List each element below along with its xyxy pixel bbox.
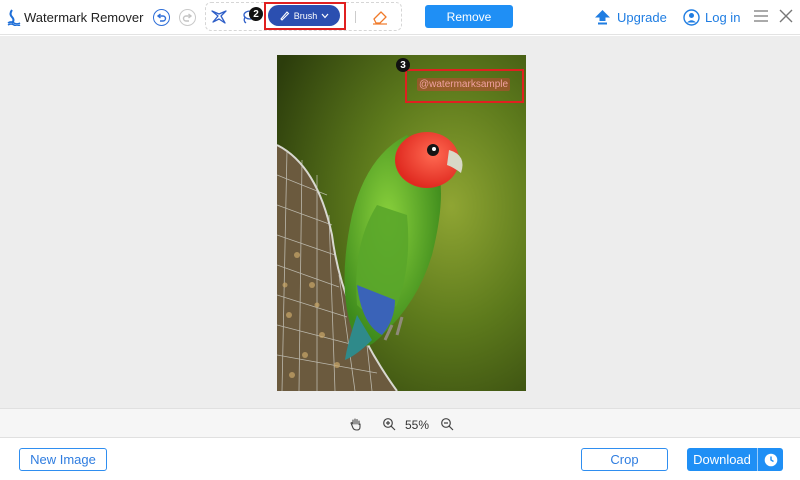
download-label: Download: [693, 452, 751, 467]
step-badge-3: 3: [396, 58, 410, 72]
zoom-in-icon[interactable]: [382, 417, 396, 431]
remove-button[interactable]: Remove: [425, 5, 513, 28]
user-icon: [683, 8, 700, 26]
login-label: Log in: [705, 9, 741, 25]
bottom-bar: New Image Crop Download: [0, 438, 800, 480]
login-link[interactable]: Log in: [683, 7, 740, 27]
redo-icon: [182, 13, 193, 22]
zoom-out-icon[interactable]: [440, 417, 454, 431]
menu-icon[interactable]: [753, 9, 769, 23]
zoom-level: 55%: [405, 418, 430, 432]
undo-button[interactable]: [153, 9, 170, 26]
upgrade-link[interactable]: Upgrade: [594, 7, 667, 27]
app-title: Watermark Remover: [24, 10, 144, 25]
zoom-bar: 55%: [0, 408, 800, 438]
new-image-button[interactable]: New Image: [19, 448, 107, 471]
undo-icon: [156, 13, 167, 22]
image-canvas: @watermarksample 3: [0, 36, 800, 408]
top-toolbar: Watermark Remover 2 Brush Remove Upgrade…: [0, 0, 800, 35]
clock-icon: [764, 453, 777, 466]
close-icon[interactable]: [778, 8, 794, 24]
watermark-text: @watermarksample: [417, 78, 511, 91]
magic-lasso-icon[interactable]: [210, 8, 228, 26]
logo-icon: [7, 9, 21, 26]
hand-icon[interactable]: [349, 417, 363, 431]
uploaded-photo: [277, 55, 526, 391]
upgrade-arrow-icon: [595, 9, 610, 24]
brush-highlight-box: [264, 2, 346, 30]
crop-button[interactable]: Crop: [581, 448, 668, 471]
step-badge-2: 2: [249, 7, 263, 21]
upgrade-label: Upgrade: [617, 9, 667, 25]
redo-button[interactable]: [179, 9, 196, 26]
eraser-icon[interactable]: [371, 8, 389, 26]
download-history-button[interactable]: [758, 453, 783, 467]
download-button[interactable]: Download: [687, 448, 783, 471]
tool-divider: [355, 11, 356, 23]
